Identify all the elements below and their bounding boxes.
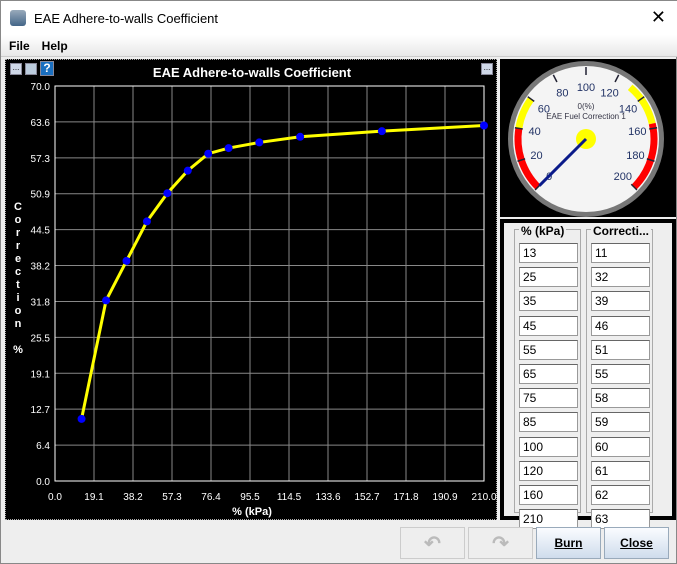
y-tick-label: 0.0 <box>36 477 50 488</box>
kpa-cell[interactable]: 35 <box>519 291 578 312</box>
correction-cell[interactable]: 11 <box>591 243 650 263</box>
gauge-panel: 0204060801001201401601802000(%)EAE Fuel … <box>500 59 676 217</box>
correction-cell[interactable]: 58 <box>591 388 650 409</box>
data-point <box>255 138 264 147</box>
correction-cell[interactable]: 61 <box>591 460 650 481</box>
correction-cell[interactable]: 32 <box>591 267 650 288</box>
data-point <box>296 132 305 141</box>
column-correction: Correcti... 11 32 39 46 51 55 58 59 60 61 62 63 <box>586 224 653 530</box>
column-kpa: % (kPa) 13 25 35 45 55 65 75 85 100 120 160 210 <box>514 224 581 530</box>
x-tick-label: 171.8 <box>393 492 418 503</box>
correction-cell[interactable]: 55 <box>591 364 650 384</box>
gauge-icon[interactable] <box>25 63 37 75</box>
chart-title: EAE Adhere-to-walls Coefficient <box>153 65 352 80</box>
x-tick-label: 95.5 <box>240 492 260 503</box>
x-tick-label: 76.4 <box>201 492 221 503</box>
close-button[interactable]: Close <box>604 527 669 559</box>
gauge-label: 160 <box>628 126 646 138</box>
x-axis-label: % (kPa) <box>232 506 272 518</box>
kpa-cell[interactable]: 55 <box>519 339 578 360</box>
column-header-kpa: % (kPa) <box>519 224 567 238</box>
app-icon <box>10 10 26 26</box>
menu-bar: File Help <box>1 35 677 57</box>
kpa-cell[interactable]: 100 <box>519 436 578 457</box>
y-tick-label: 12.7 <box>31 405 51 416</box>
x-tick-label: 133.6 <box>315 492 340 503</box>
correction-cell[interactable]: 46 <box>591 315 650 336</box>
x-tick-label: 114.5 <box>277 492 302 503</box>
menu-file[interactable]: File <box>9 39 30 53</box>
data-point <box>122 256 131 265</box>
y-tick-label: 19.1 <box>31 369 51 380</box>
y-tick-label: 70.0 <box>31 82 51 93</box>
data-point <box>77 414 86 423</box>
chart-menu-button[interactable]: ... <box>10 63 22 75</box>
data-point <box>480 121 488 130</box>
title-bar: EAE Adhere-to-walls Coefficient ✕ <box>1 1 677 35</box>
correction-cell[interactable]: 39 <box>591 291 650 312</box>
burn-label: Burn <box>554 536 583 550</box>
data-point <box>204 149 213 158</box>
column-header-correction: Correcti... <box>591 224 652 238</box>
kpa-cell[interactable]: 65 <box>519 364 578 384</box>
gauge-label: 20 <box>530 150 542 162</box>
y-tick-label: 31.8 <box>31 297 51 308</box>
curve-line <box>80 124 485 420</box>
correction-cell[interactable]: 51 <box>591 339 650 360</box>
window-title: EAE Adhere-to-walls Coefficient <box>34 10 219 26</box>
undo-button[interactable]: ↶ <box>400 527 465 559</box>
table-panel: % (kPa) 13 25 35 45 55 65 75 85 100 120 160 210 Corr… <box>500 219 676 530</box>
kpa-cell[interactable]: 25 <box>519 267 578 288</box>
gauge-value-text: 0(%) <box>578 102 595 111</box>
gauge-label: 40 <box>529 126 541 138</box>
data-point <box>183 166 192 175</box>
gauge-label: 120 <box>600 88 618 100</box>
data-point <box>163 189 172 198</box>
redo-button[interactable]: ↷ <box>468 527 533 559</box>
y-tick-label: 25.5 <box>31 333 51 344</box>
curve-chart: EAE Adhere-to-walls Coefficient 0.0 19.1 38… <box>5 59 497 520</box>
y-tick-label: 57.3 <box>31 154 51 165</box>
x-tick-label: 190.9 <box>432 492 457 503</box>
data-point <box>224 144 233 153</box>
close-label: Close <box>620 536 653 550</box>
x-tick-label: 38.2 <box>123 492 143 503</box>
correction-cell[interactable]: 62 <box>591 485 650 505</box>
x-tick-label: 0.0 <box>48 492 62 503</box>
data-point <box>142 217 151 226</box>
data-point <box>102 296 111 305</box>
y-tick-label: 63.6 <box>31 118 51 129</box>
correction-cell[interactable]: 59 <box>591 412 650 433</box>
gauge-title: EAE Fuel Correction 1 <box>546 112 626 121</box>
kpa-cell[interactable]: 85 <box>519 412 578 433</box>
x-tick-label: 210.0 <box>471 492 496 503</box>
chart-options-button[interactable]: ... <box>481 63 493 75</box>
y-tick-label: 6.4 <box>36 441 50 452</box>
gauge-label: 100 <box>577 82 595 94</box>
x-tick-label: 152.7 <box>354 492 379 503</box>
burn-button[interactable]: Burn <box>536 527 601 559</box>
gauge-label: 80 <box>556 88 568 100</box>
correction-cell[interactable]: 60 <box>591 436 650 457</box>
kpa-cell[interactable]: 13 <box>519 243 578 263</box>
plot-border <box>54 85 485 482</box>
y-tick-label: 50.9 <box>31 190 51 201</box>
kpa-cell[interactable]: 160 <box>519 485 578 505</box>
gauge-label: 200 <box>614 171 632 183</box>
help-icon[interactable]: ? <box>40 61 54 76</box>
close-window-button[interactable]: ✕ <box>651 7 666 28</box>
data-point <box>377 127 386 136</box>
gauge-label: 180 <box>626 150 644 162</box>
x-tick-label: 57.3 <box>162 492 182 503</box>
x-tick-label: 19.1 <box>84 492 104 503</box>
menu-help[interactable]: Help <box>42 39 68 53</box>
y-tick-label: 38.2 <box>31 262 51 273</box>
kpa-cell[interactable]: 120 <box>519 460 578 481</box>
kpa-cell[interactable]: 45 <box>519 315 578 336</box>
y-axis-label: Correction % <box>13 201 23 356</box>
kpa-cell[interactable]: 75 <box>519 388 578 409</box>
y-tick-label: 44.5 <box>31 226 51 237</box>
